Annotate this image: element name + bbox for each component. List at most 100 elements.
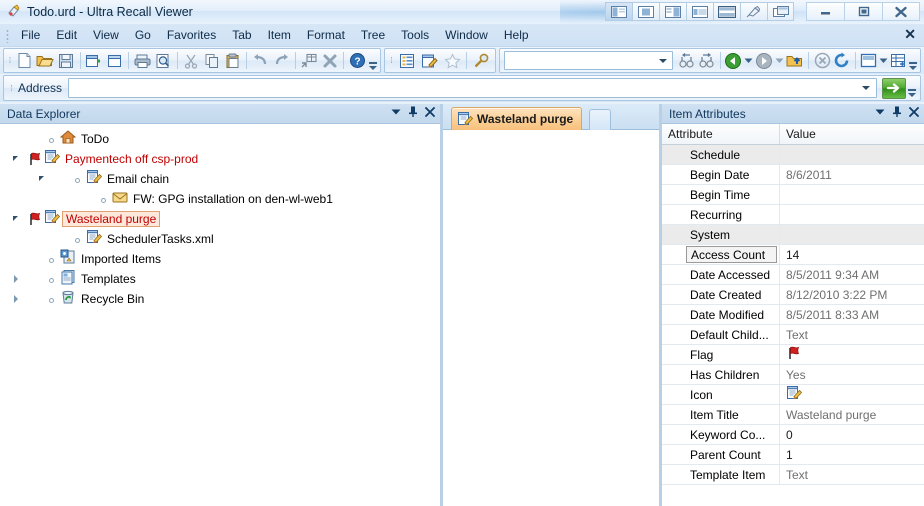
attribute-row[interactable]: System: [662, 225, 924, 245]
menu-window[interactable]: Window: [437, 25, 496, 45]
layout-right-panel-button[interactable]: [659, 2, 686, 21]
attribute-row[interactable]: Has Children Yes: [662, 365, 924, 385]
attribute-name-cell[interactable]: Has Children: [662, 365, 780, 384]
menu-tree[interactable]: Tree: [353, 25, 393, 45]
magnifier-search-button[interactable]: [470, 50, 493, 71]
tree-node[interactable]: ToDo: [0, 129, 440, 149]
tree-node[interactable]: Email chain: [0, 169, 440, 189]
menu-view[interactable]: View: [85, 25, 127, 45]
save-button[interactable]: [56, 50, 77, 71]
attribute-value-cell[interactable]: 8/6/2011: [780, 168, 924, 182]
attribute-row[interactable]: Parent Count 1: [662, 445, 924, 465]
address-drag-grip[interactable]: ⁞: [7, 78, 16, 99]
attribute-row[interactable]: Icon: [662, 385, 924, 405]
attribute-value-cell[interactable]: [780, 345, 924, 364]
tree-expander-open-icon[interactable]: [10, 149, 26, 169]
attribute-value-cell[interactable]: 8/12/2010 3:22 PM: [780, 288, 924, 302]
chevron-down-icon[interactable]: [658, 59, 667, 63]
undo-button[interactable]: [250, 50, 271, 71]
up-level-button[interactable]: [785, 50, 805, 71]
close-button[interactable]: [882, 2, 920, 21]
column-header-value[interactable]: Value: [780, 127, 924, 141]
attribute-name-cell[interactable]: Parent Count: [662, 445, 780, 464]
attribute-row[interactable]: Access Count 14: [662, 245, 924, 265]
attribute-name-cell[interactable]: System: [662, 225, 780, 244]
star-favorite-button[interactable]: [441, 50, 464, 71]
new-child-item-button[interactable]: [104, 50, 125, 71]
attribute-name-cell[interactable]: Schedule: [662, 145, 780, 164]
tree-node-label[interactable]: Templates: [78, 272, 136, 286]
tab-wasteland-purge[interactable]: Wasteland purge: [451, 107, 583, 130]
content-body[interactable]: [443, 130, 659, 506]
menu-item[interactable]: Item: [260, 25, 299, 45]
attribute-row[interactable]: Date Created 8/12/2010 3:22 PM: [662, 285, 924, 305]
attribute-row[interactable]: Default Child... Text: [662, 325, 924, 345]
address-overflow-button[interactable]: [906, 77, 917, 99]
menu-format[interactable]: Format: [299, 25, 353, 45]
cut-button[interactable]: [181, 50, 202, 71]
attribute-name-cell[interactable]: Begin Time: [662, 185, 780, 204]
grid-view-button[interactable]: [889, 50, 909, 71]
menu-help[interactable]: Help: [496, 25, 537, 45]
menu-favorites[interactable]: Favorites: [159, 25, 224, 45]
attribute-row[interactable]: Begin Date 8/6/2011: [662, 165, 924, 185]
find-next-button[interactable]: [697, 50, 717, 71]
redo-button[interactable]: [271, 50, 292, 71]
menu-drag-grip[interactable]: [4, 27, 11, 43]
attribute-value-cell[interactable]: 8/5/2011 8:33 AM: [780, 308, 924, 322]
attribute-value-cell[interactable]: Text: [780, 328, 924, 342]
menu-tools[interactable]: Tools: [393, 25, 437, 45]
address-go-button[interactable]: [882, 77, 906, 99]
stop-button[interactable]: [812, 50, 832, 71]
back-button[interactable]: [723, 50, 743, 71]
attribute-value-cell[interactable]: 0: [780, 428, 924, 442]
tree-node[interactable]: Recycle Bin: [0, 289, 440, 309]
print-preview-button[interactable]: [153, 50, 174, 71]
tree-node-label[interactable]: Paymentech off csp-prod: [62, 152, 198, 166]
tree-expander-closed-icon[interactable]: [10, 289, 26, 309]
attribute-value-cell[interactable]: 14: [780, 248, 924, 262]
new-document-button[interactable]: [14, 50, 35, 71]
attribute-row[interactable]: Keyword Co... 0: [662, 425, 924, 445]
outline-view-button[interactable]: [396, 50, 419, 71]
tree-node[interactable]: Templates: [0, 269, 440, 289]
layout-pin-button[interactable]: [740, 2, 767, 21]
tree-node[interactable]: FW: GPG installation on den-wl-web1: [0, 189, 440, 209]
tree-node-label[interactable]: Recycle Bin: [78, 292, 144, 306]
attribute-value-cell[interactable]: Yes: [780, 368, 924, 382]
attributes-grid-body[interactable]: Schedule Begin Date 8/6/2011 Begin Time Recu…: [662, 145, 924, 506]
column-header-attribute[interactable]: Attribute: [662, 124, 780, 144]
toolbar-drag-grip[interactable]: ⁞: [6, 50, 14, 71]
attribute-name-cell[interactable]: Flag: [662, 345, 780, 364]
panel-menu-dropdown-icon[interactable]: [875, 107, 885, 119]
edit-pencil-button[interactable]: [418, 50, 441, 71]
attribute-name-cell[interactable]: Begin Date: [662, 165, 780, 184]
menu-file[interactable]: File: [13, 25, 48, 45]
attribute-row[interactable]: Schedule: [662, 145, 924, 165]
attribute-row[interactable]: Recurring: [662, 205, 924, 225]
forward-dropdown-button[interactable]: [774, 50, 785, 71]
menu-edit[interactable]: Edit: [48, 25, 85, 45]
chevron-down-icon[interactable]: [862, 86, 870, 90]
layout-center-panel-button[interactable]: [632, 2, 659, 21]
pane-layout-dropdown-button[interactable]: [878, 50, 889, 71]
address-input[interactable]: [68, 78, 877, 98]
attribute-name-cell[interactable]: Date Created: [662, 285, 780, 304]
panel-close-icon[interactable]: [909, 106, 919, 120]
delete-button[interactable]: [320, 50, 341, 71]
minimize-button[interactable]: [806, 2, 844, 21]
attribute-row[interactable]: Date Modified 8/5/2011 8:33 AM: [662, 305, 924, 325]
search-input[interactable]: [504, 51, 673, 70]
find-previous-button[interactable]: [677, 50, 697, 71]
tree-expander-open-icon[interactable]: [10, 209, 26, 229]
menu-tab[interactable]: Tab: [224, 25, 259, 45]
insert-item-button[interactable]: [299, 50, 320, 71]
back-dropdown-button[interactable]: [743, 50, 754, 71]
attribute-value-cell[interactable]: 8/5/2011 9:34 AM: [780, 268, 924, 282]
tab-stub[interactable]: [589, 109, 611, 130]
tree-node[interactable]: Wasteland purge: [0, 209, 440, 229]
panel-close-icon[interactable]: [425, 106, 435, 120]
attribute-name-cell[interactable]: Default Child...: [662, 325, 780, 344]
layout-left-panel-button[interactable]: [605, 2, 632, 21]
open-folder-button[interactable]: [35, 50, 56, 71]
